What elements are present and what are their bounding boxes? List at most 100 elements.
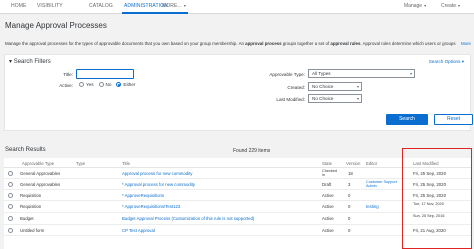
description-bold-1: approval process bbox=[245, 41, 282, 46]
cell-editor[interactable]: testing bbox=[366, 204, 379, 209]
page-title: Manage Approval Processes bbox=[5, 21, 107, 30]
description-bold-2: approval rules bbox=[330, 41, 361, 46]
created-label: Created: bbox=[287, 85, 305, 90]
results-table: Approvable Type Type Title State Version… bbox=[4, 158, 471, 249]
cell-approvable-type: General Approvables bbox=[20, 171, 61, 176]
active-either-label: Either bbox=[123, 82, 136, 87]
active-yes-label: Yes bbox=[86, 82, 94, 87]
col-type[interactable]: Type bbox=[76, 161, 85, 166]
cell-version: 18 bbox=[348, 171, 353, 176]
col-state[interactable]: State bbox=[322, 161, 332, 166]
row-select-radio[interactable] bbox=[8, 216, 13, 221]
cell-state: Active bbox=[322, 193, 334, 198]
tab-visibility[interactable]: VISIBILITY bbox=[37, 3, 63, 9]
last-modified-label: Last Modified: bbox=[276, 97, 305, 102]
col-version[interactable]: Version bbox=[346, 161, 360, 166]
table-row[interactable]: Budget Budget Approval Process (Customiz… bbox=[4, 213, 471, 225]
table-header: Approvable Type Type Title State Version… bbox=[4, 158, 471, 168]
cell-version: 0 bbox=[348, 204, 351, 209]
results-count: Found 229 items bbox=[233, 148, 271, 154]
table-row[interactable]: General Approvables * Approval process f… bbox=[4, 179, 471, 190]
cell-title-link[interactable]: * ApproveRequisitions bbox=[122, 193, 164, 198]
cell-version: 0 bbox=[348, 228, 351, 233]
description-text-3: . Approval rules determine which users o… bbox=[360, 41, 456, 46]
last-modified-value: No Choice bbox=[312, 96, 334, 101]
search-filters-panel: ▾ Search Filters Search Options ▾ Title:… bbox=[4, 54, 473, 131]
table-row[interactable]: General Approvables Approval process for… bbox=[4, 168, 471, 179]
active-either-radio[interactable] bbox=[116, 82, 122, 87]
table-row[interactable]: Untitled form CP Test Approval Active 0 … bbox=[4, 225, 471, 236]
chevron-down-icon: ▾ bbox=[356, 84, 359, 89]
search-results-title: Search Results bbox=[5, 147, 46, 153]
title-input[interactable] bbox=[76, 69, 134, 79]
active-label: Active: bbox=[59, 83, 73, 88]
table-row[interactable]: Requisition * ApproveRequisitions Active… bbox=[4, 190, 471, 201]
approvable-type-value: All Types bbox=[312, 71, 331, 76]
row-select-radio[interactable] bbox=[8, 228, 13, 233]
top-nav: HOME VISIBILITY CATALOG ADMINISTRATION M… bbox=[0, 0, 474, 14]
more-link[interactable]: More bbox=[458, 41, 471, 46]
cell-title-link[interactable]: CP Test Approval bbox=[122, 228, 155, 233]
page-description: Manage the approval processes for the ty… bbox=[5, 41, 471, 46]
cell-version: 3 bbox=[348, 182, 351, 187]
chevron-down-icon: ▾ bbox=[183, 3, 186, 8]
row-select-radio[interactable] bbox=[8, 182, 13, 187]
active-tab-indicator bbox=[122, 12, 188, 14]
cell-title-link[interactable]: * Approval process for new commodity bbox=[122, 182, 195, 187]
cell-state: Active bbox=[322, 204, 334, 209]
cell-editor[interactable]: Customer Support Admin bbox=[366, 180, 404, 188]
reset-button[interactable]: Reset bbox=[434, 114, 473, 125]
row-select-radio[interactable] bbox=[8, 193, 13, 198]
cell-approvable-type: Requisition bbox=[20, 193, 42, 198]
cell-title-link[interactable]: Approval process for new commodity bbox=[122, 171, 192, 176]
tab-home[interactable]: HOME bbox=[11, 3, 26, 9]
search-filters-label: Search Filters bbox=[13, 59, 51, 65]
row-select-radio[interactable] bbox=[8, 171, 13, 176]
col-title[interactable]: Title bbox=[122, 161, 130, 166]
search-filters-toggle[interactable]: ▾ Search Filters bbox=[9, 58, 51, 65]
last-modified-select[interactable]: No Choice ▾ bbox=[308, 94, 362, 103]
col-editor[interactable]: Editor bbox=[366, 161, 377, 166]
cell-approvable-type: Budget bbox=[20, 216, 34, 221]
chevron-down-icon: ▾ bbox=[458, 3, 461, 8]
chevron-down-icon: ▾ bbox=[409, 71, 412, 76]
description-text-2: groups together a set of bbox=[281, 41, 331, 46]
tab-more-label: MORE... bbox=[162, 3, 182, 9]
search-options-label: Search Options bbox=[428, 59, 461, 64]
active-no-label: No bbox=[105, 82, 112, 87]
approvable-type-select[interactable]: All Types ▾ bbox=[308, 69, 415, 78]
cell-title-link[interactable]: Budget Approval Process (Customization o… bbox=[122, 216, 254, 221]
create-label: Create bbox=[441, 3, 457, 9]
table-row[interactable]: Requisition * ApproveRequisitions/Test12… bbox=[4, 201, 471, 213]
title-label: Title: bbox=[63, 72, 73, 77]
cell-state: Draft bbox=[322, 182, 332, 187]
description-text-1: Manage the approval processes for the ty… bbox=[5, 41, 246, 46]
cell-state: Active bbox=[322, 228, 334, 233]
active-no-radio[interactable] bbox=[98, 82, 104, 87]
chevron-down-icon: ▾ bbox=[356, 96, 359, 101]
search-button[interactable]: Search bbox=[386, 114, 428, 125]
cell-approvable-type: General Approvables bbox=[20, 182, 61, 187]
active-radio-group: Yes No Either bbox=[79, 82, 135, 87]
create-menu[interactable]: Create ▾ bbox=[441, 3, 460, 9]
row-select-radio[interactable] bbox=[8, 204, 13, 209]
approvable-type-label: Approvable Type: bbox=[269, 72, 305, 77]
last-modified-highlight-box bbox=[402, 148, 472, 249]
chevron-down-icon: ▾ bbox=[9, 59, 13, 65]
cell-state: Active bbox=[322, 216, 334, 221]
cell-title-link[interactable]: * ApproveRequisitions/Test123 bbox=[122, 204, 180, 209]
manage-label: Manage bbox=[404, 3, 423, 9]
cell-approvable-type: Untitled form bbox=[20, 228, 45, 233]
chevron-down-icon: ▾ bbox=[461, 59, 464, 64]
cell-approvable-type: Requisition bbox=[20, 204, 42, 209]
col-approvable-type[interactable]: Approvable Type bbox=[22, 161, 54, 166]
search-options-link[interactable]: Search Options ▾ bbox=[429, 59, 464, 65]
tab-catalog[interactable]: CATALOG bbox=[89, 3, 113, 9]
cell-version: 0 bbox=[348, 193, 351, 198]
created-value: No Choice bbox=[312, 84, 334, 89]
tab-more[interactable]: MORE... ▾ bbox=[162, 3, 186, 9]
manage-menu[interactable]: Manage ▾ bbox=[404, 3, 426, 9]
active-yes-radio[interactable] bbox=[79, 82, 84, 87]
chevron-down-icon: ▾ bbox=[424, 3, 427, 8]
created-select[interactable]: No Choice ▾ bbox=[308, 82, 362, 91]
